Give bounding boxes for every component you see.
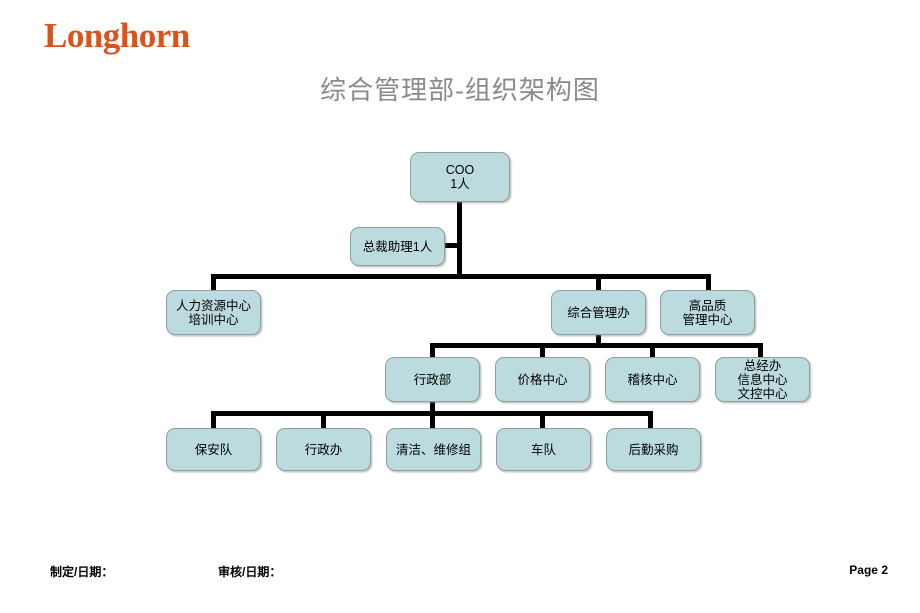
connector-price-drop — [540, 343, 545, 358]
org-node-admin-dept[interactable]: 行政部 — [385, 357, 480, 402]
connector-coo-stem — [457, 202, 462, 278]
connector-gm-office-drop — [596, 274, 601, 291]
connector-purchase-drop — [648, 411, 653, 429]
org-node-security[interactable]: 保安队 — [166, 428, 261, 471]
org-node-admin-off[interactable]: 行政办 — [276, 428, 371, 471]
connector-quality-drop — [706, 274, 711, 291]
org-node-coo[interactable]: COO 1人 — [410, 152, 510, 202]
org-node-price[interactable]: 价格中心 — [495, 357, 590, 402]
org-node-gm-office[interactable]: 综合管理办 — [551, 290, 646, 335]
connector-security-drop — [211, 411, 216, 429]
org-node-quality[interactable]: 高品质 管理中心 — [660, 290, 755, 335]
org-node-purchase[interactable]: 后勤采购 — [606, 428, 701, 471]
org-node-hr[interactable]: 人力资源中心 培训中心 — [166, 290, 261, 335]
org-node-gm-info[interactable]: 总经办 信息中心 文控中心 — [715, 357, 810, 402]
connector-admin-dept-drop — [430, 343, 435, 358]
connector-audit-drop — [650, 343, 655, 358]
page-number: Page 2 — [849, 563, 888, 577]
org-node-clean[interactable]: 清洁、维修组 — [386, 428, 481, 471]
org-node-fleet[interactable]: 车队 — [496, 428, 591, 471]
org-node-assistant[interactable]: 总裁助理1人 — [350, 227, 445, 266]
connector-clean-drop — [430, 411, 435, 429]
connector-gm-info-drop — [758, 343, 763, 358]
slide-canvas: Longhorn 综合管理部-组织架构图 COO 1人 总裁助理1人 人力资源中心 … — [0, 0, 920, 613]
org-node-audit[interactable]: 稽核中心 — [605, 357, 700, 402]
connector-assistant-link — [445, 243, 462, 248]
connector-level3-bus — [430, 343, 763, 348]
org-chart: COO 1人总裁助理1人人力资源中心 培训中心 综合管理办 高品质 管理中心行政部价… — [0, 0, 920, 613]
connector-hr-drop — [211, 274, 216, 291]
connector-admin-off-drop — [321, 411, 326, 429]
connector-fleet-drop — [540, 411, 545, 429]
connector-level2-bus — [211, 274, 711, 279]
